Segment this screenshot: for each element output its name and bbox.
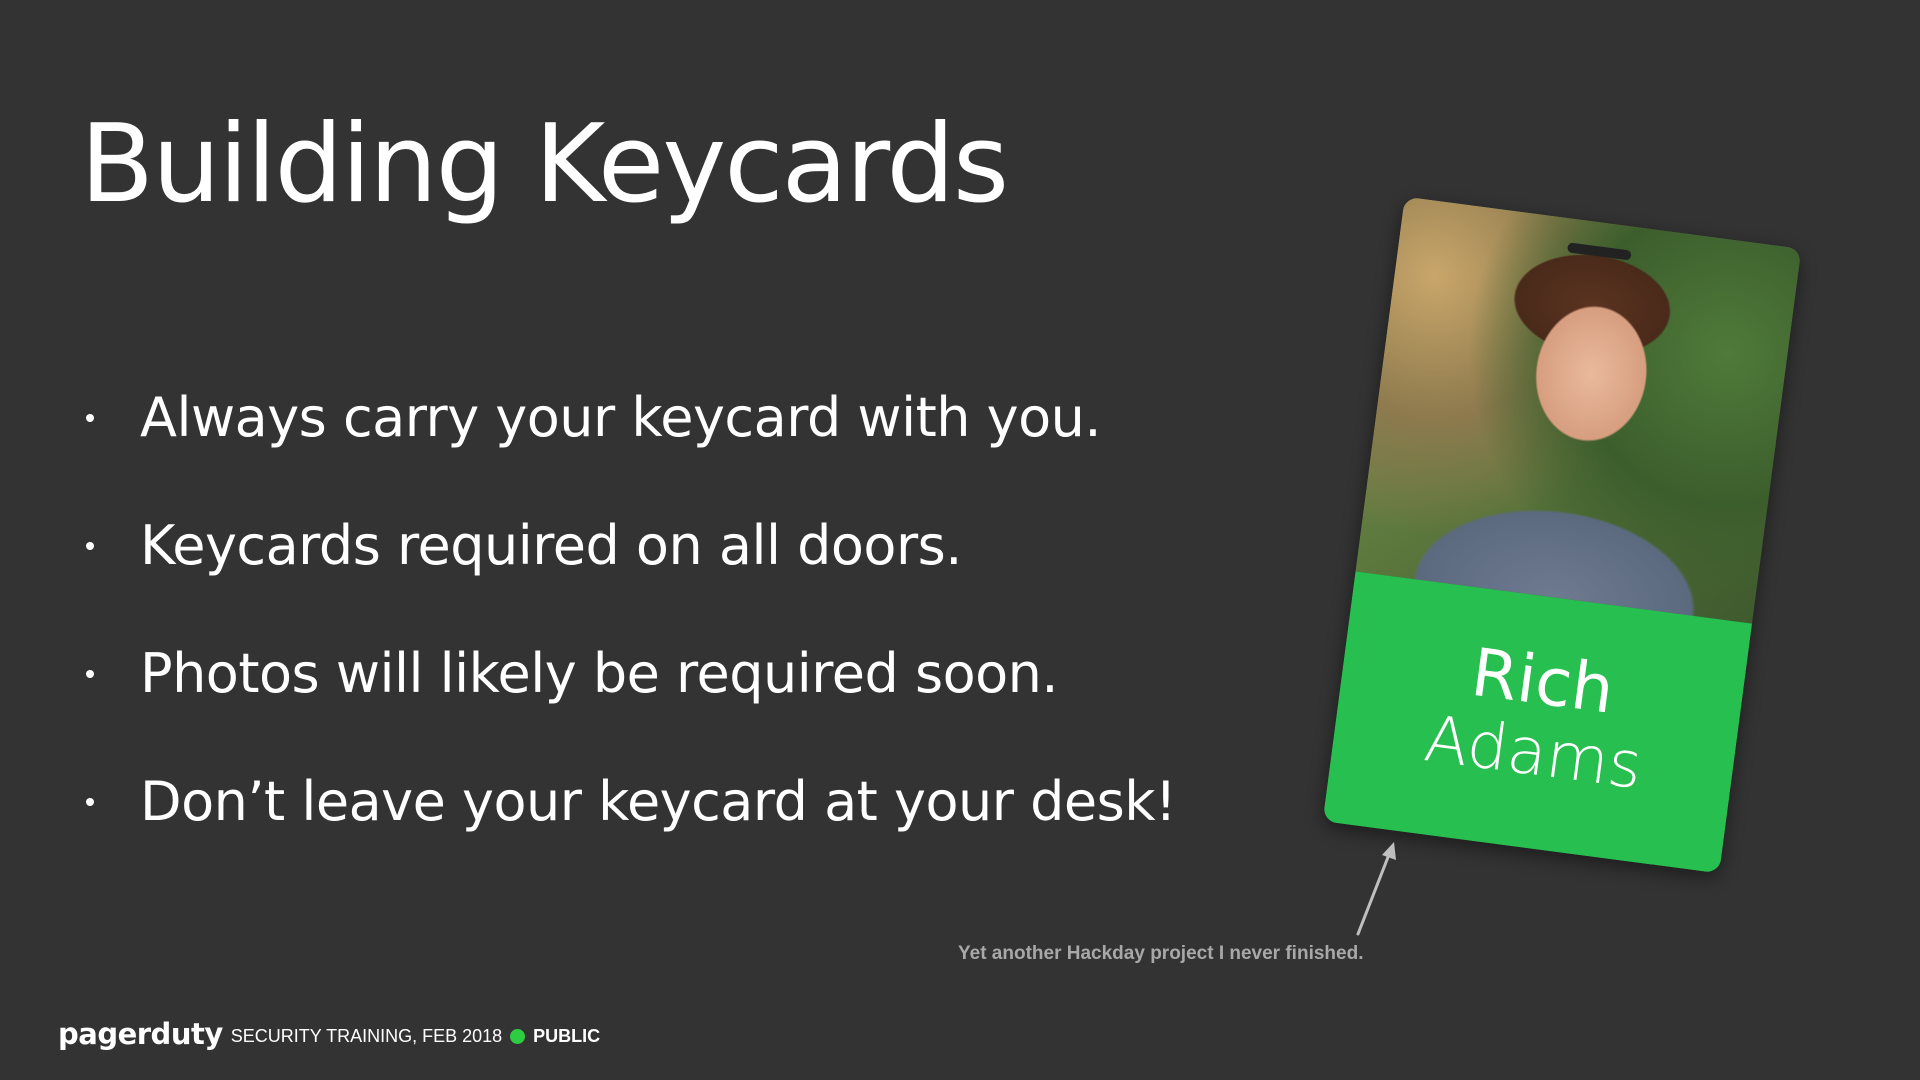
bullet-dot-icon xyxy=(86,798,94,806)
keycard-name-panel: Rich Adams xyxy=(1322,571,1753,874)
keycard-image: Rich Adams xyxy=(1322,196,1802,874)
bullet-dot-icon xyxy=(86,670,94,678)
keycard-caption: Yet another Hackday project I never fini… xyxy=(958,943,1364,964)
slide-title: Building Keycards xyxy=(80,102,1009,227)
bullet-item: Always carry your keycard with you. xyxy=(80,378,1176,506)
bullet-item: Don’t leave your keycard at your desk! xyxy=(80,762,1177,890)
bullet-text: Photos will likely be required soon. xyxy=(140,642,1059,705)
bullet-dot-icon xyxy=(86,542,94,550)
bullet-item: Photos will likely be required soon. xyxy=(80,634,1176,762)
bullet-text: Keycards required on all doors. xyxy=(140,514,962,577)
classification-dot-icon xyxy=(510,1028,526,1044)
classification-label: PUBLIC xyxy=(533,1025,601,1046)
pagerduty-logo: pagerduty xyxy=(58,1017,223,1051)
bullet-dot-icon xyxy=(86,414,94,422)
bullet-list: Always carry your keycard with you. Keyc… xyxy=(80,378,1177,890)
bullet-text: Always carry your keycard with you. xyxy=(140,386,1102,449)
bullet-text: Don’t leave your keycard at your desk! xyxy=(140,770,1177,833)
lanyard-slot-icon xyxy=(1566,242,1632,261)
footer: pagerduty SECURITY TRAINING, FEB 2018 PU… xyxy=(58,1017,601,1052)
arrow-up-icon xyxy=(1356,842,1396,936)
footer-event: SECURITY TRAINING, FEB 2018 xyxy=(230,1025,503,1046)
keycard-photo xyxy=(1355,196,1802,624)
bullet-item: Keycards required on all doors. xyxy=(80,506,1176,634)
